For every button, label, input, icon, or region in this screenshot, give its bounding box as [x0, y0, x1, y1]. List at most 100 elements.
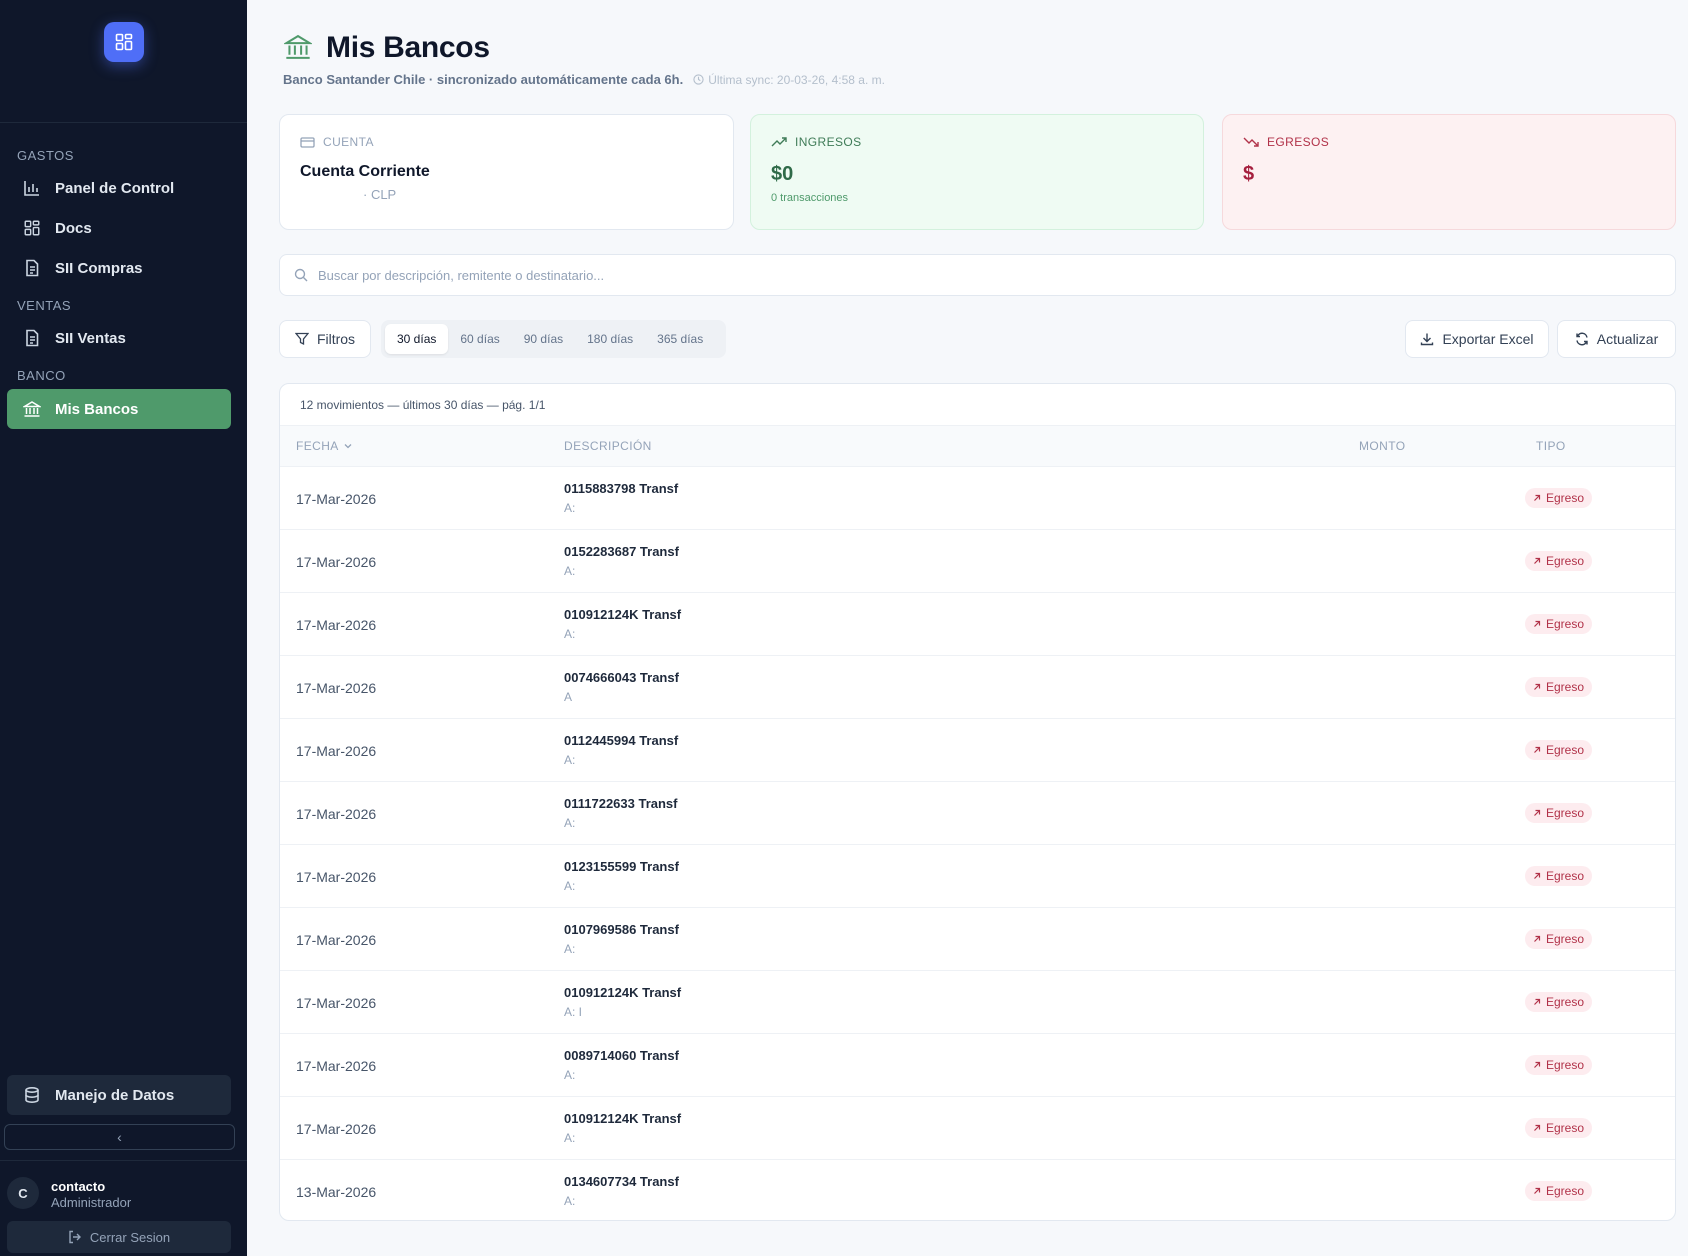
row-date: 17-Mar-2026 — [296, 1120, 377, 1137]
table-body: 17-Mar-2026 0115883798 Transf A: Egreso 17-M… — [280, 467, 1675, 1220]
data-management-button[interactable]: Manejo de Datos — [7, 1075, 231, 1115]
table-row[interactable]: 17-Mar-2026 010912124K Transf A: I Egreso — [280, 971, 1675, 1034]
column-fecha[interactable]: FECHA — [296, 439, 352, 453]
table-row[interactable]: 17-Mar-2026 0089714060 Transf A: Egreso — [280, 1034, 1675, 1097]
column-fecha-label: FECHA — [296, 439, 339, 453]
column-monto: MONTO — [1359, 439, 1406, 453]
column-tipo: TIPO — [1536, 439, 1566, 453]
type-badge: Egreso — [1525, 929, 1593, 949]
sidebar-item-docs[interactable]: Docs — [7, 208, 231, 248]
row-date: 17-Mar-2026 — [296, 553, 377, 570]
type-badge: Egreso — [1525, 1118, 1593, 1138]
filter-icon — [294, 332, 309, 346]
row-description-sub: A: — [564, 753, 576, 767]
table-row[interactable]: 17-Mar-2026 0123155599 Transf A: Egreso — [280, 845, 1675, 908]
row-description-main: 0152283687 Transf — [564, 544, 679, 559]
bank-icon — [284, 33, 314, 63]
row-date: 13-Mar-2026 — [296, 1183, 377, 1200]
refresh-label: Actualizar — [1596, 331, 1659, 347]
logout-label: Cerrar Sesion — [89, 1229, 171, 1245]
row-description: 0107969586 Transf A: — [564, 922, 679, 956]
type-badge-label: Egreso — [1546, 554, 1585, 568]
table-row[interactable]: 17-Mar-2026 0107969586 Transf A: Egreso — [280, 908, 1675, 971]
account-card: CUENTA Cuenta Corriente · CLP — [279, 114, 734, 230]
row-description: 0074666043 Transf A — [564, 670, 679, 704]
trending-up-icon — [771, 136, 787, 148]
sidebar-item-label: Mis Bancos — [55, 400, 139, 418]
arrow-up-right-icon — [1533, 998, 1541, 1006]
row-description-main: 0115883798 Transf — [564, 481, 679, 496]
sidebar-item-mis-bancos[interactable]: Mis Bancos — [7, 389, 231, 429]
row-description-main: 0123155599 Transf — [564, 859, 679, 874]
table-row[interactable]: 17-Mar-2026 0152283687 Transf A: Egreso — [280, 530, 1675, 593]
download-icon — [1420, 332, 1434, 346]
clock-icon — [693, 74, 704, 85]
arrow-up-right-icon — [1533, 809, 1541, 817]
row-description-sub: A: I — [564, 1005, 583, 1019]
table-row[interactable]: 17-Mar-2026 0074666043 Transf A Egreso — [280, 656, 1675, 719]
table-row[interactable]: 13-Mar-2026 0134607734 Transf A: Egreso — [280, 1160, 1675, 1220]
row-description: 0111722633 Transf A: — [564, 796, 678, 830]
row-date: 17-Mar-2026 — [296, 994, 377, 1011]
avatar[interactable]: C — [7, 1177, 39, 1209]
table-row[interactable]: 17-Mar-2026 010912124K Transf A: Egreso — [280, 593, 1675, 656]
last-sync: Última sync: 20-03-26, 4:58 a. m. — [693, 73, 885, 87]
table-row[interactable]: 17-Mar-2026 0112445994 Transf A: Egreso — [280, 719, 1675, 782]
row-description: 0115883798 Transf A: — [564, 481, 678, 515]
file-text-icon — [22, 258, 42, 278]
arrow-up-right-icon — [1533, 494, 1541, 502]
type-badge: Egreso — [1525, 992, 1593, 1012]
table-row[interactable]: 17-Mar-2026 0111722633 Transf A: Egreso — [280, 782, 1675, 845]
sidebar: GASTOS Panel de Control Docs SII Compras… — [0, 0, 247, 1256]
grid-icon — [115, 33, 132, 51]
range-90-days[interactable]: 90 días — [512, 324, 575, 354]
expense-label-text: EGRESOS — [1267, 135, 1330, 149]
table-row[interactable]: 17-Mar-2026 0115883798 Transf A: Egreso — [280, 467, 1675, 530]
user-role: Administrador — [51, 1195, 132, 1210]
table-row[interactable]: 17-Mar-2026 010912124K Transf A: Egreso — [280, 1097, 1675, 1160]
refresh-button[interactable]: Actualizar — [1557, 320, 1676, 358]
row-description-sub: A: — [564, 564, 576, 578]
type-badge-label: Egreso — [1546, 869, 1585, 883]
type-badge: Egreso — [1525, 740, 1593, 760]
search-input[interactable] — [318, 267, 1618, 283]
trending-down-icon — [1243, 136, 1259, 148]
section-label-gastos: GASTOS — [17, 148, 74, 163]
sidebar-item-sii-compras[interactable]: SII Compras — [7, 248, 231, 288]
logout-button[interactable]: Cerrar Sesion — [7, 1221, 231, 1253]
type-badge: Egreso — [1525, 803, 1593, 823]
range-365-days[interactable]: 365 días — [645, 324, 715, 354]
arrow-up-right-icon — [1533, 1061, 1541, 1069]
row-description-main: 0134607734 Transf — [564, 1174, 679, 1189]
range-180-days[interactable]: 180 días — [575, 324, 645, 354]
row-description: 0152283687 Transf A: — [564, 544, 679, 578]
collapse-sidebar-button[interactable]: ‹ — [4, 1124, 235, 1150]
app-logo[interactable] — [103, 22, 144, 62]
row-description-main: 0112445994 Transf — [564, 733, 679, 748]
type-badge-label: Egreso — [1546, 1184, 1585, 1198]
chevron-down-icon — [344, 443, 352, 449]
row-description-sub: A: — [564, 627, 576, 641]
income-card-label: INGRESOS — [771, 135, 1183, 149]
section-label-ventas: VENTAS — [17, 298, 72, 313]
sidebar-item-label: SII Compras — [55, 259, 143, 277]
refresh-icon — [1575, 332, 1589, 346]
sidebar-item-panel-de-control[interactable]: Panel de Control — [7, 168, 231, 208]
row-description-sub: A: — [564, 942, 576, 956]
type-badge: Egreso — [1525, 677, 1593, 697]
table-header: FECHA DESCRIPCIÓN MONTO TIPO — [280, 426, 1675, 467]
row-date: 17-Mar-2026 — [296, 868, 377, 885]
filters-button[interactable]: Filtros — [279, 320, 371, 358]
row-description-sub: A: — [564, 1194, 576, 1208]
row-date: 17-Mar-2026 — [296, 679, 377, 696]
range-30-days[interactable]: 30 días — [385, 324, 449, 354]
row-description-main: 0074666043 Transf — [564, 670, 679, 685]
row-description: 010912124K Transf A: I — [564, 985, 681, 1019]
type-badge: Egreso — [1525, 551, 1593, 571]
row-date: 17-Mar-2026 — [296, 742, 377, 759]
search-icon — [294, 268, 308, 282]
sidebar-item-sii-ventas[interactable]: SII Ventas — [7, 318, 231, 358]
range-60-days[interactable]: 60 días — [448, 324, 511, 354]
row-description-sub: A: — [564, 1131, 576, 1145]
export-excel-button[interactable]: Exportar Excel — [1405, 320, 1549, 358]
